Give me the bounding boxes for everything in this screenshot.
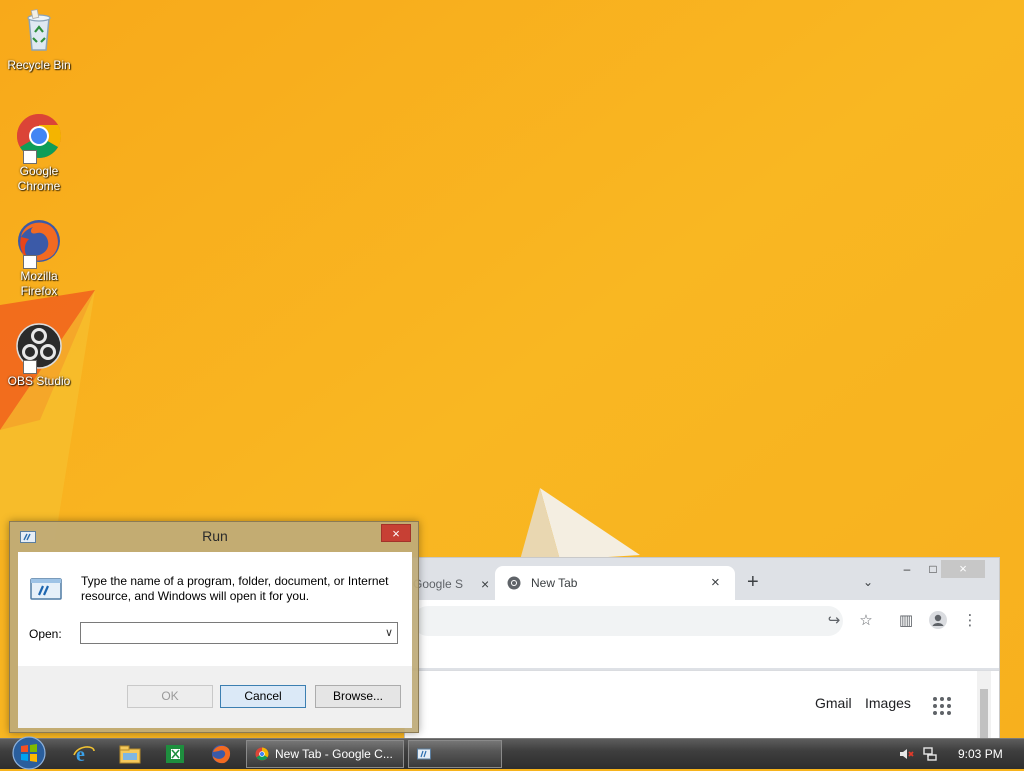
shortcut-arrow-icon [23,360,37,374]
run-description: Type the name of a program, folder, docu… [81,574,389,603]
dialog-title: Run [202,528,228,544]
volume-muted-icon[interactable] [898,746,914,762]
new-tab-page: Gmail Images [405,670,999,739]
images-link[interactable]: Images [865,695,911,711]
chrome-toolbar: ↪ ☆ ▥ ⋮ [405,600,999,668]
desktop-icon-label: Mozilla Firefox [20,269,58,298]
ok-button[interactable]: OK [127,685,213,708]
open-label: Open: [29,627,62,641]
taskbar: e New Tab - Google C... 9:03 PM [0,735,1024,771]
menu-kebab-icon[interactable]: ⋮ [959,610,981,632]
taskbar-chrome-window[interactable]: New Tab - Google C... [246,740,404,768]
minimize-button[interactable]: – [895,562,919,580]
tab-close-icon[interactable]: × [481,570,489,598]
desktop-icon-label: Google Chrome [17,164,61,193]
taskbar-run-window[interactable] [408,740,502,768]
gmail-link[interactable]: Gmail [815,695,852,711]
firefox-taskbar-icon[interactable] [209,743,233,765]
desktop-icon-mozilla-firefox[interactable]: Mozilla Firefox [4,217,74,299]
run-program-icon [30,578,62,600]
shortcut-arrow-icon [23,255,37,269]
chevron-down-icon[interactable]: ∨ [385,626,393,639]
firefox-icon [15,217,63,269]
desktop-icon-google-chrome[interactable]: Google Chrome [4,112,74,194]
browse-button[interactable]: Browse... [315,685,401,708]
desktop-icon-recycle-bin[interactable]: Recycle Bin [4,6,74,73]
side-panel-icon[interactable]: ▥ [895,610,917,632]
shortcut-arrow-icon [23,150,37,164]
desktop-icon-obs-studio[interactable]: OBS Studio [4,322,74,389]
taskbar-clock[interactable]: 9:03 PM [958,747,1003,761]
cancel-button[interactable]: Cancel [220,685,306,708]
tab-label: New Tab [531,576,578,590]
run-dialog[interactable]: Run × Type the name of a program, folder… [9,521,419,733]
dialog-close-button[interactable]: × [381,524,411,542]
desktop-icon-label: Recycle Bin [7,58,71,72]
google-apps-icon[interactable] [933,697,951,715]
address-bar[interactable] [413,606,843,636]
tab-label: Google S [413,577,464,591]
taskbar-task-label: New Tab - Google C... [275,747,393,761]
obs-icon [15,322,63,374]
new-tab-button[interactable]: + [747,572,759,592]
chrome-icon [15,112,63,164]
tab-search-chevron-icon[interactable]: ⌄ [863,575,873,589]
window-close-button[interactable]: × [941,560,985,578]
tab-new-tab[interactable]: New Tab × [495,566,735,600]
chrome-window[interactable]: Google S × New Tab × + ⌄ – □ × ↪ ☆ ▥ ⋮ G… [404,557,1000,739]
open-input[interactable] [83,624,377,642]
chrome-favicon-icon [507,576,521,590]
open-combobox[interactable]: ∨ [80,622,398,644]
tab-google-search[interactable]: Google S × [413,570,493,598]
file-explorer-icon[interactable] [118,743,142,765]
share-icon[interactable]: ↪ [823,610,845,632]
start-button[interactable] [9,735,49,771]
run-program-icon [417,748,431,760]
chrome-icon [255,747,269,761]
internet-explorer-icon[interactable]: e [72,743,96,765]
scrollbar[interactable] [977,671,991,739]
desktop-icon-label: OBS Studio [7,374,71,388]
tab-close-icon[interactable]: × [711,574,720,591]
profile-avatar-icon[interactable] [927,610,949,632]
recycle-bin-icon [15,6,63,54]
network-icon[interactable] [922,746,938,762]
excel-icon[interactable] [163,743,187,765]
bookmark-star-icon[interactable]: ☆ [855,610,877,632]
